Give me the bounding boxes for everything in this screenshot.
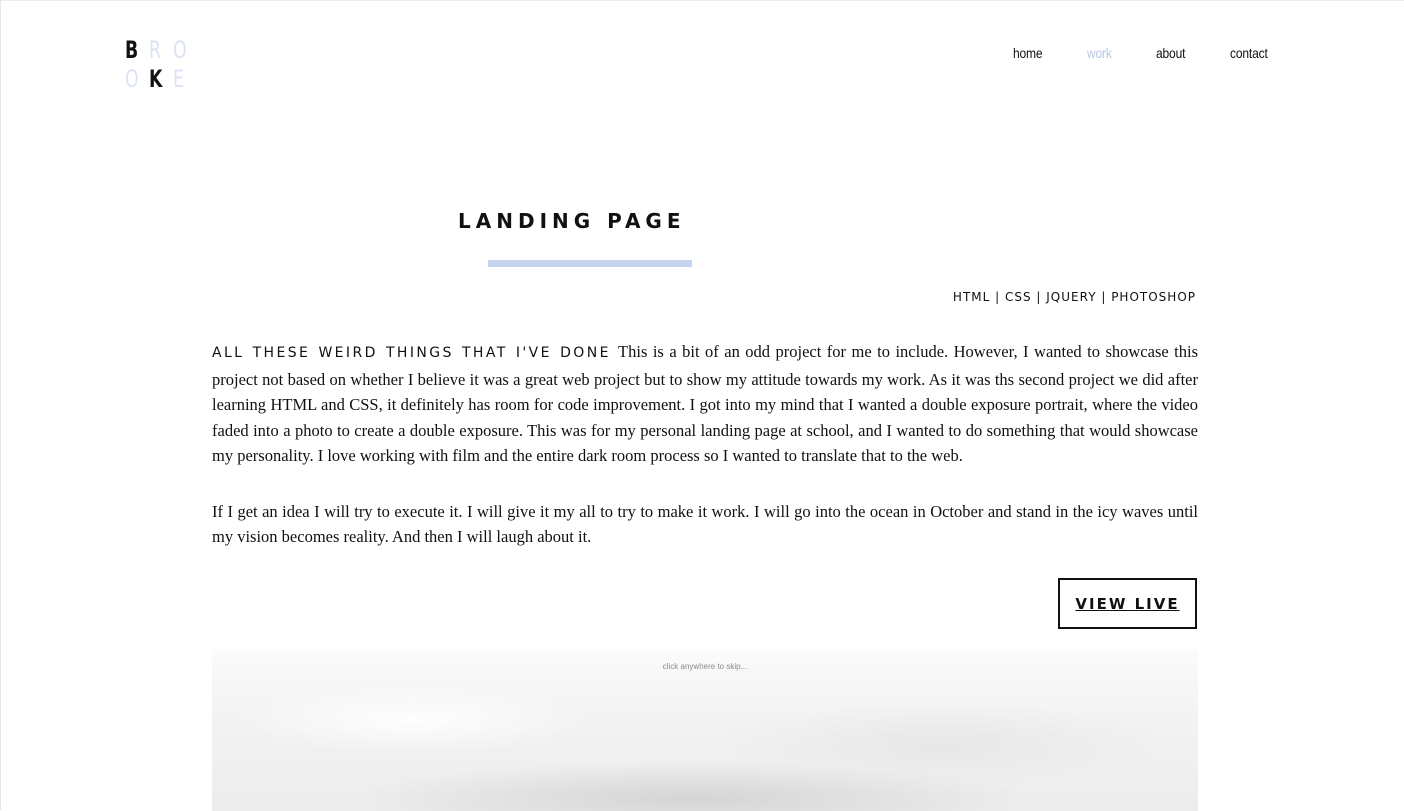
description-paragraph: If I get an idea I will try to execute i… [212,501,1198,547]
nav-link-work[interactable]: work [1087,45,1112,61]
logo-letter: E [173,65,184,93]
description-paragraph: ALL THESE WEIRD THINGS THAT I'VE DONE Th… [212,339,1198,469]
view-live-button[interactable]: VIEW LIVE [1058,578,1197,629]
main-nav: home work about contact [973,45,1274,61]
title-underline [488,260,692,267]
lead-heading: ALL THESE WEIRD THINGS THAT I'VE DONE [212,345,611,361]
logo-letter: O [125,65,139,93]
logo-letter: B [125,36,139,64]
page-title: LANDING PAGE [458,209,686,233]
nav-link-home[interactable]: home [1013,45,1043,61]
logo-letter: R [149,36,161,64]
technology-list: HTML | CSS | JQUERY | PHOTOSHOP [952,290,1196,304]
logo[interactable]: B R O O K E [125,36,189,100]
logo-letter: K [149,65,163,93]
logo-letter: O [173,36,187,64]
nav-link-contact[interactable]: contact [1230,45,1268,61]
skip-hint: click anywhere to skip... [662,662,748,671]
project-description: ALL THESE WEIRD THINGS THAT I'VE DONE Th… [212,339,1198,580]
video-preview[interactable]: click anywhere to skip... [212,649,1198,811]
nav-link-about[interactable]: about [1156,45,1185,61]
